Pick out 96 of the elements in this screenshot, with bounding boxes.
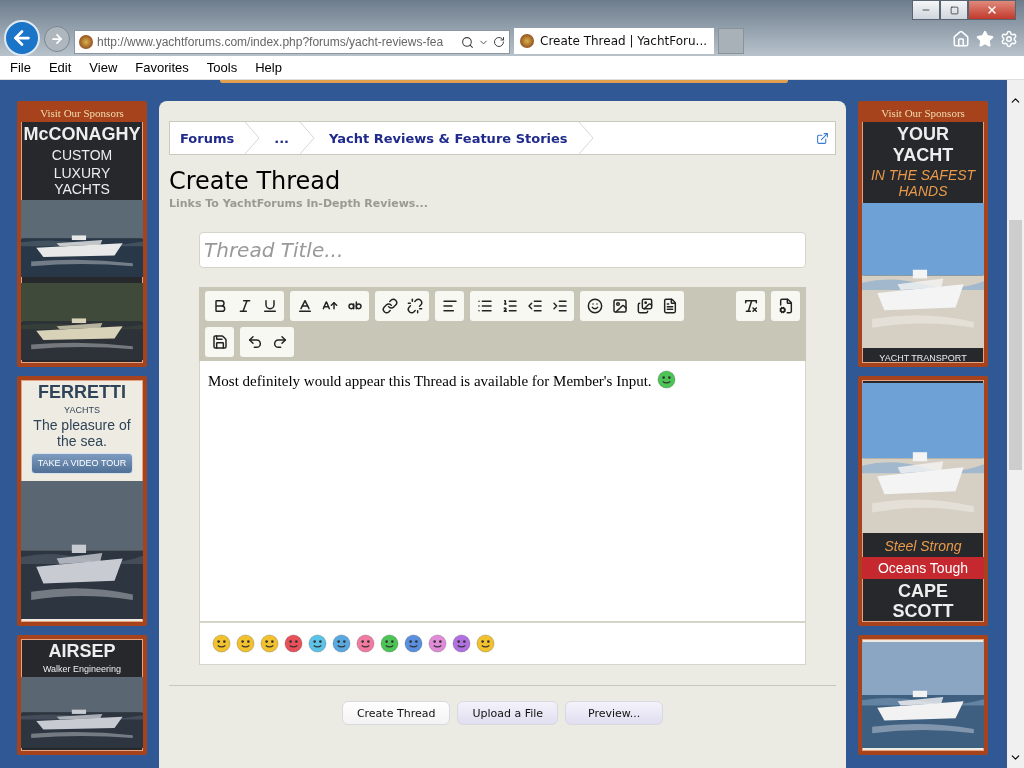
- ad-text: Oceans Tough: [862, 556, 984, 579]
- clear-format-icon: [742, 298, 759, 314]
- menu-item[interactable]: File: [0, 60, 39, 75]
- breadcrumb-link[interactable]: Forums: [170, 122, 257, 154]
- smiley-icon[interactable]: [428, 634, 447, 653]
- indent-icon: [551, 298, 568, 314]
- document-icon: [661, 298, 678, 314]
- bullet-list-icon: [476, 298, 493, 314]
- ad-text: The pleasure of the sea.: [32, 417, 132, 450]
- ad-banner[interactable]: Steel Strong Oceans Tough CAPE SCOTT: [858, 376, 988, 626]
- chevron-icon: [299, 122, 316, 154]
- page-title: Create Thread: [169, 167, 342, 195]
- refresh-icon[interactable]: [493, 36, 505, 48]
- numbered-list-icon: [501, 298, 518, 314]
- site-icon: [79, 35, 93, 49]
- popout-icon[interactable]: [816, 132, 829, 145]
- address-bar[interactable]: http://www.yachtforums.com/index.php?forums/yacht-reviews-fea: [74, 30, 510, 54]
- text-color-icon: [296, 298, 313, 314]
- thread-title-field[interactable]: Thread Title...: [199, 232, 806, 268]
- ad-text: CAPE SCOTT: [891, 580, 955, 622]
- site-icon: [520, 34, 534, 48]
- video-tour-button[interactable]: TAKE A VIDEO TOUR: [30, 453, 134, 474]
- maximize-button[interactable]: [940, 0, 968, 20]
- image-icon: [611, 298, 628, 314]
- form-button[interactable]: Preview...: [565, 701, 664, 725]
- smiley-icon[interactable]: [356, 634, 375, 653]
- smiley-icon[interactable]: [236, 634, 255, 653]
- ad-text: YOUR YACHT: [891, 124, 955, 166]
- ad-banner[interactable]: FERRETTI YACHTS The pleasure of the sea. TAKE A VIDEO TOUR: [17, 376, 147, 626]
- ad-text: YACHT TRANSPORT: [878, 352, 968, 363]
- forward-button[interactable]: [44, 26, 70, 52]
- gallery-icon: [636, 298, 653, 314]
- form-button[interactable]: Upload a File: [457, 701, 559, 725]
- close-button[interactable]: [968, 0, 1016, 20]
- smiley-icon: [586, 298, 603, 314]
- smiley-icon[interactable]: [212, 634, 231, 653]
- chevron-icon: [244, 122, 261, 154]
- message-text: Most definitely would appear this Thread is available for Member's Input.: [208, 373, 652, 389]
- ad-banner[interactable]: Visit Our Sponsors YOUR YACHT IN THE SAFEST HANDS YACHT TRANSPORT: [858, 101, 988, 367]
- chevron-icon: [577, 122, 594, 154]
- undo-icon: [246, 334, 263, 350]
- outdent-icon: [526, 298, 543, 314]
- ad-banner[interactable]: Visit Our Sponsors McCONAGHY CUSTOM LUXURY YACHTS: [17, 101, 147, 367]
- sponsors-header: Visit Our Sponsors: [21, 105, 143, 122]
- smiley-icon[interactable]: [380, 634, 399, 653]
- smiley-icon[interactable]: [308, 634, 327, 653]
- settings-icon[interactable]: [1000, 30, 1018, 48]
- ad-text: IN THE SAFEST HANDS: [869, 167, 977, 200]
- back-button[interactable]: [4, 20, 40, 56]
- smiley-icon[interactable]: [656, 370, 676, 389]
- message-editor[interactable]: Most definitely would appear this Thread is available for Member's Input.: [199, 361, 806, 622]
- smiley-icon[interactable]: [452, 634, 471, 653]
- page-subtitle: Links To YachtForums In-Depth Reviews...: [169, 197, 429, 210]
- maximize-icon: [949, 5, 959, 15]
- minimize-button[interactable]: [912, 0, 940, 20]
- underline-icon: [261, 298, 278, 314]
- save-icon: [211, 334, 228, 350]
- smiley-icon[interactable]: [284, 634, 303, 653]
- smiley-icon[interactable]: [260, 634, 279, 653]
- ad-text: Walker Engineering: [41, 663, 123, 675]
- ad-text: CUSTOM: [50, 146, 114, 163]
- browser-tab[interactable]: Create Thread | YachtForu...: [514, 28, 714, 54]
- align-left-icon: [441, 298, 458, 314]
- scrollbar[interactable]: [1007, 80, 1024, 768]
- ad-banner[interactable]: AIRSEP Walker Engineering: [17, 635, 147, 755]
- unlink-icon: [406, 298, 423, 314]
- link-icon: [381, 298, 398, 314]
- ad-text: YACHTS: [63, 404, 101, 416]
- smiley-icon[interactable]: [332, 634, 351, 653]
- smiley-icon[interactable]: [476, 634, 495, 653]
- smiley-icon[interactable]: [404, 634, 423, 653]
- ad-text: AIRSEP: [47, 641, 117, 662]
- ad-text: LUXURY YACHTS: [52, 164, 112, 197]
- arrow-right-icon: [50, 32, 64, 46]
- breadcrumb-link[interactable]: ...: [264, 122, 312, 154]
- ad-text: FERRETTI: [37, 382, 127, 403]
- ad-text: McCONAGHY: [22, 124, 142, 145]
- scroll-thumb[interactable]: [1009, 220, 1022, 470]
- home-icon[interactable]: [952, 30, 970, 48]
- tab-title: Create Thread | YachtForu...: [540, 34, 708, 48]
- close-icon: [986, 4, 998, 16]
- menu-item[interactable]: Tools: [196, 60, 246, 75]
- form-button[interactable]: Create Thread: [341, 701, 451, 725]
- menu-item[interactable]: Edit: [38, 60, 80, 75]
- redo-icon: [271, 334, 288, 350]
- file-settings-icon: [777, 298, 794, 314]
- url-text: http://www.yachtforums.com/index.php?forums/yacht-reviews-fea: [97, 35, 445, 49]
- sponsors-header: Visit Our Sponsors: [862, 105, 984, 122]
- ad-banner[interactable]: [858, 635, 988, 755]
- menu-item[interactable]: View: [79, 60, 126, 75]
- favorites-icon[interactable]: [976, 30, 994, 48]
- menu-item[interactable]: Help: [245, 60, 290, 75]
- menu-item[interactable]: Favorites: [125, 60, 197, 75]
- search-icon[interactable]: [461, 35, 474, 49]
- ad-text: Steel Strong: [883, 538, 963, 555]
- breadcrumb-link[interactable]: Yacht Reviews & Feature Stories: [319, 122, 590, 154]
